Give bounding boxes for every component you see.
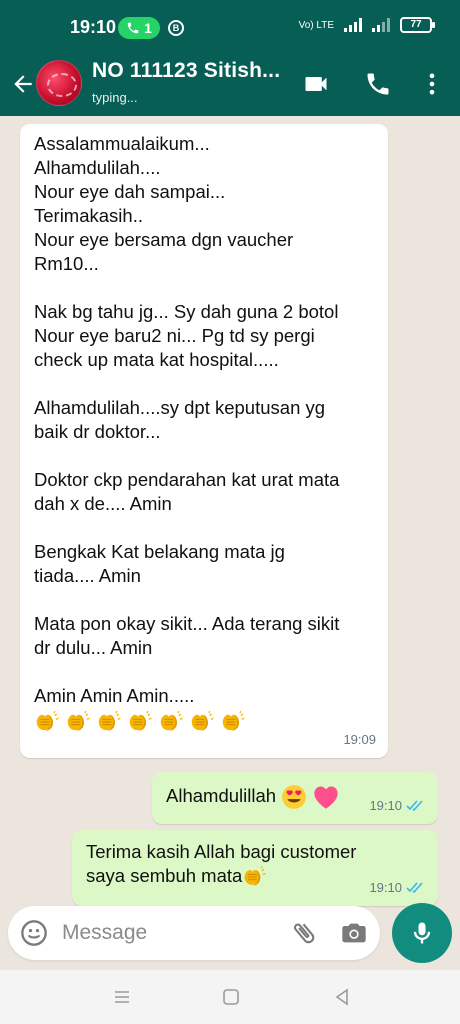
signal-icon [344, 18, 362, 32]
time-label: 19:10 [369, 880, 402, 895]
clapping-hands-icon [191, 710, 215, 732]
clapping-hands-icon [67, 710, 91, 732]
chat-header: NO 111123 Sitish... typing... [0, 54, 460, 116]
time-label: 19:09 [343, 732, 376, 747]
phone-icon[interactable] [364, 70, 392, 98]
status-right: Vo) LTE 77 [298, 17, 435, 33]
mic-button[interactable] [392, 903, 452, 963]
ongoing-call-pill[interactable]: 1 [118, 17, 160, 39]
message-bubble-incoming[interactable]: Assalammualaikum... Alhamdulilah.... Nou… [20, 124, 388, 758]
attach-icon[interactable] [290, 919, 318, 947]
pink-heart-icon [314, 786, 338, 809]
heart-eyes-face-icon [282, 785, 307, 810]
message-time: 19:10 [369, 794, 426, 818]
more-options-icon[interactable] [418, 70, 446, 98]
video-call-icon[interactable] [302, 70, 330, 98]
back-arrow-icon[interactable] [10, 71, 36, 97]
home-icon[interactable] [219, 985, 243, 1009]
call-count: 1 [144, 20, 152, 36]
status-b-icon: B [168, 20, 184, 36]
time-label: 19:10 [369, 798, 402, 813]
chat-area[interactable]: Assalammualaikum... Alhamdulilah.... Nou… [0, 116, 460, 906]
status-time: 19:10 [70, 17, 117, 37]
clapping-hands-icon [222, 710, 246, 732]
clapping-hands-icon [244, 865, 267, 887]
message-time: 19:09 [343, 728, 376, 752]
message-input[interactable] [62, 918, 282, 948]
contact-status: typing... [92, 90, 138, 105]
message-text: Assalammualaikum... Alhamdulilah.... Nou… [34, 133, 340, 706]
menu-icon[interactable] [110, 985, 134, 1009]
message-bubble-outgoing[interactable]: Alhamdulillah 19:10 [152, 772, 438, 824]
back-icon[interactable] [330, 985, 354, 1009]
message-time: 19:10 [369, 876, 426, 900]
message-bubble-outgoing[interactable]: Terima kasih Allah bagi customer saya se… [72, 830, 438, 906]
phone-call-icon [127, 22, 139, 34]
contact-avatar[interactable] [36, 60, 82, 106]
clapping-hands-icon [129, 710, 153, 732]
battery-icon: 77 [400, 17, 435, 33]
clapping-hands-icon [160, 710, 184, 732]
contact-name[interactable]: NO 111123 Sitish... [92, 59, 280, 83]
clapping-hands-icon [36, 710, 60, 732]
message-text: Alhamdulillah [166, 785, 277, 806]
read-ticks-icon [406, 800, 423, 812]
message-text: Terima kasih Allah bagi customer saya se… [86, 841, 357, 886]
network-label: Vo) LTE [298, 19, 334, 31]
status-bar: 19:10 1 B Vo) LTE 77 [0, 0, 460, 54]
message-composer [8, 906, 380, 960]
system-nav-bar [0, 970, 460, 1024]
emoji-icon[interactable] [20, 919, 48, 947]
mic-icon [413, 922, 431, 944]
signal-icon-2 [372, 18, 390, 32]
emoji-row [34, 710, 374, 734]
read-ticks-icon [406, 882, 423, 894]
clapping-hands-icon [98, 710, 122, 732]
camera-icon[interactable] [340, 919, 368, 947]
